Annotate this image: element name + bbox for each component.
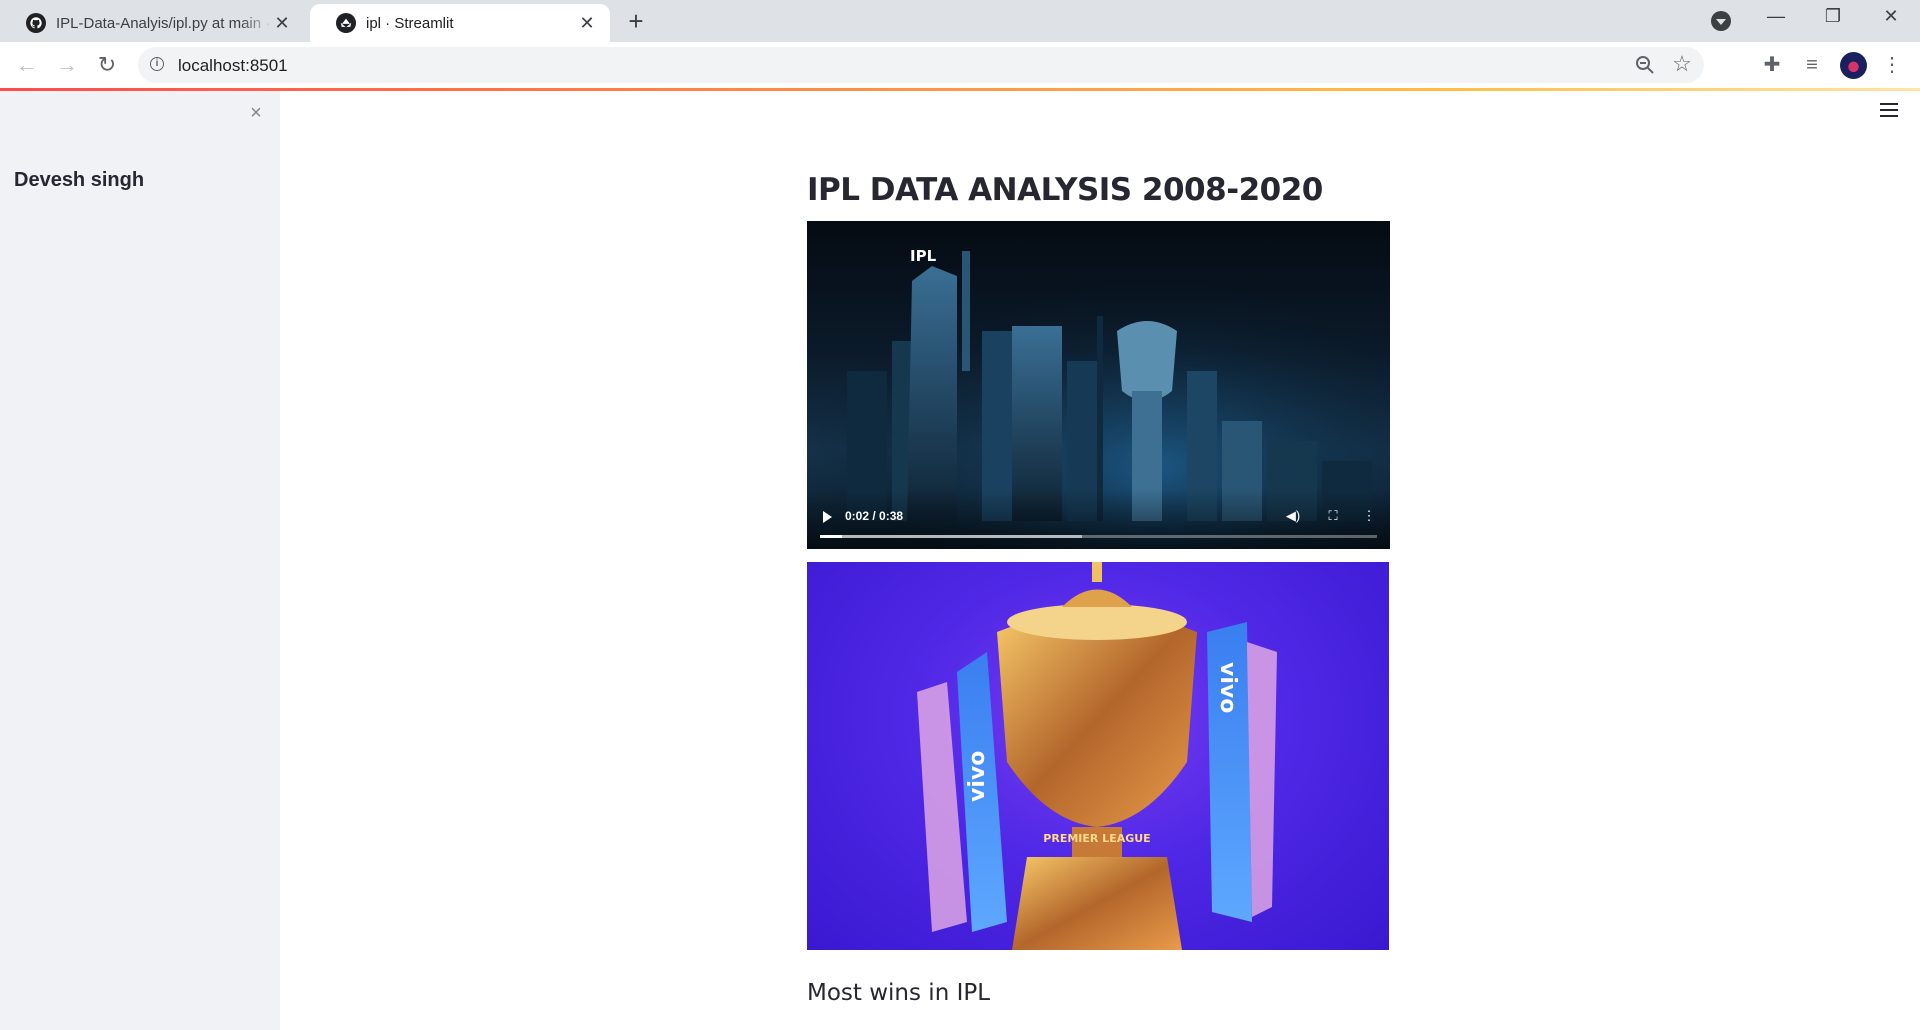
browser-toolbar: ← → ↻ i localhost:8501 ☆ ✚ ≡ ⋮ (0, 42, 1920, 89)
video-controls: 0:02 / 0:38 ◀) ⛶ ⋮ (807, 489, 1390, 549)
tab-title: ipl · Streamlit (366, 14, 454, 32)
extensions-icon[interactable]: ✚ (1760, 53, 1784, 77)
video-buffer-bar (820, 535, 1082, 538)
streamlit-icon (336, 13, 356, 33)
close-window-icon[interactable]: ✕ (1871, 6, 1911, 34)
media-control-icon[interactable]: ≡ (1800, 53, 1824, 77)
ribbon-text-left: vivo (965, 751, 990, 802)
address-bar[interactable]: i localhost:8501 ☆ (138, 47, 1704, 83)
site-info-icon[interactable]: i (150, 57, 164, 71)
tab-streamlit[interactable]: ipl · Streamlit ✕ (310, 4, 610, 42)
forward-icon[interactable]: → (54, 52, 80, 78)
ribbon-text-right: vivo (1215, 662, 1240, 713)
video-progress-bar (820, 535, 843, 538)
ipl-logo-text: IPL (910, 247, 937, 265)
new-tab-icon[interactable]: + (622, 8, 650, 36)
reload-icon[interactable]: ↻ (94, 52, 120, 78)
main-menu-icon[interactable] (1880, 103, 1898, 117)
restore-icon[interactable]: ❐ (1813, 6, 1853, 34)
close-sidebar-icon[interactable]: × (244, 101, 268, 125)
sidebar-title: Devesh singh (14, 169, 145, 191)
back-icon[interactable]: ← (14, 52, 40, 78)
video-seek-bar[interactable] (820, 535, 1377, 538)
minimize-icon[interactable]: — (1756, 6, 1796, 34)
volume-icon[interactable]: ◀) (1284, 507, 1302, 525)
url-text: localhost:8501 (178, 56, 288, 75)
trophy-illustration: PREMIER LEAGUE vivo vivo (917, 562, 1277, 950)
video-player[interactable]: IPL 0:02 / 0:38 ◀) ⛶ ⋮ (807, 221, 1390, 549)
tab-github[interactable]: IPL-Data-Analyis/ipl.py at main · ✕ (0, 4, 305, 42)
play-icon[interactable] (823, 511, 832, 523)
more-menu-icon[interactable]: ⋮ (1880, 53, 1904, 77)
tab-title: IPL-Data-Analyis/ipl.py at main · (56, 14, 271, 32)
profile-avatar[interactable] (1840, 52, 1867, 79)
section-subheading: Most wins in IPL (807, 980, 991, 1006)
video-options-icon[interactable]: ⋮ (1360, 507, 1378, 525)
video-time: 0:02 / 0:38 (845, 509, 904, 523)
trophy-engraving: PREMIER LEAGUE (1043, 832, 1150, 845)
close-tab-icon[interactable]: ✕ (273, 13, 291, 34)
tab-search-icon[interactable] (1711, 11, 1731, 31)
browser-tab-strip: IPL-Data-Analyis/ipl.py at main · ✕ ipl … (0, 0, 1920, 42)
close-tab-icon[interactable]: ✕ (578, 13, 596, 34)
header-decoration (0, 88, 1920, 91)
github-icon (26, 13, 46, 33)
fullscreen-icon[interactable]: ⛶ (1324, 507, 1342, 525)
bookmark-star-icon[interactable]: ☆ (1670, 52, 1694, 76)
sidebar: × Devesh singh (0, 91, 280, 1030)
page-title: IPL DATA ANALYSIS 2008-2020 (807, 172, 1323, 208)
zoom-icon[interactable] (1634, 54, 1656, 76)
ipl-trophy-image: PREMIER LEAGUE vivo vivo (807, 562, 1389, 950)
